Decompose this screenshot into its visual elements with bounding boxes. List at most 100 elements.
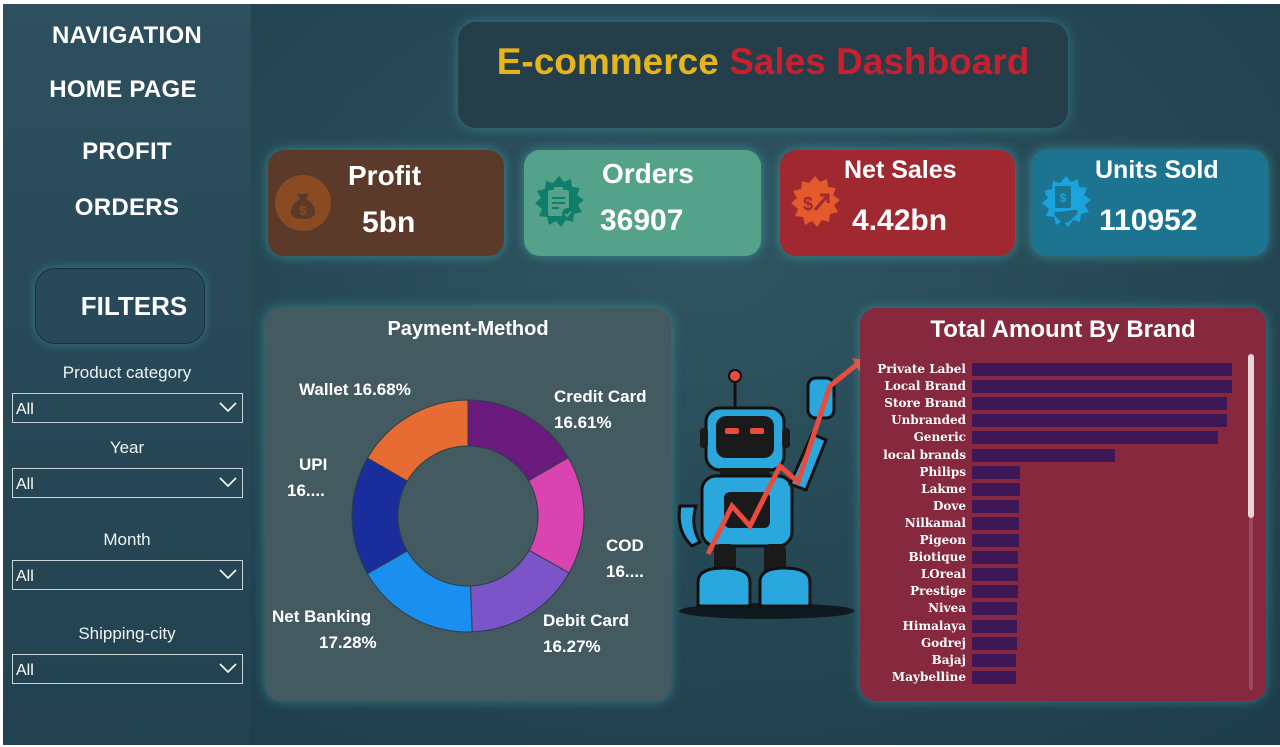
brand-label: Bajaj [931,652,966,667]
brand-bar[interactable] [972,465,1021,479]
brand-bar[interactable] [972,414,1228,428]
brand-label: Private Label [877,362,966,376]
brand-label: Prestige [910,584,966,599]
nav-heading: NAVIGATION [51,22,203,49]
kpi-card-units-sold: $ Units Sold 110952 [1031,150,1268,256]
sidebar: NAVIGATION HOME PAGE PROFIT ORDERS FILTE… [3,4,251,745]
window-frame-top [0,0,1280,4]
nav-orders-button[interactable]: ORDERS [3,194,251,222]
kpi-net-sales-label: Net Sales [844,156,957,184]
label-debit-card: Debit Card [543,611,629,630]
brand-bar[interactable] [972,551,1019,565]
kpi-net-sales-value: 4.42bn [852,204,948,237]
brand-bar[interactable] [972,602,1018,616]
filter-year-select[interactable]: All [12,468,243,498]
kpi-card-orders: Orders 36907 [524,150,761,256]
filter-value: All [16,401,34,418]
brand-label: Nivea [928,601,966,616]
kpi-orders-label: Orders [602,158,694,189]
filter-product-category-label: Product category [62,363,192,382]
brand-chart-title: Total Amount By Brand [930,316,1196,343]
filter-value: All [16,476,34,493]
nav-home-page-button[interactable]: HOME PAGE [0,76,247,104]
filter-month-select[interactable]: All [12,560,243,590]
brand-bar[interactable] [972,397,1228,411]
filter-year-label: Year [109,438,145,457]
label-credit-card-pct: 16.61% [554,413,612,432]
brand-label: Biotique [908,550,966,565]
kpi-profit-value: 5bn [362,206,416,239]
brand-label: Nilkamal [904,515,966,530]
label-cod: COD [606,536,644,555]
svg-text:$: $ [1060,191,1067,205]
brand-bar[interactable] [972,363,1232,376]
dollar-arrow-icon: $ [791,176,840,227]
filter-shipping-city-select[interactable]: All [12,654,243,684]
kpi-profit-label: Profit [348,160,422,191]
brand-label: Local Brand [884,379,966,394]
brand-bar[interactable] [972,568,1019,582]
label-net-banking: Net Banking [272,607,372,626]
label-cod-pct: 16.... [606,562,644,581]
chevron-down-icon [219,477,237,488]
filter-shipping-city-label: Shipping-city [78,624,176,643]
filters-button[interactable]: FILTERS [35,268,205,344]
brand-label: local brands [883,447,966,462]
robot-illustration [677,358,866,619]
chevron-down-icon [219,663,237,674]
nav-profit-button[interactable]: PROFIT [3,138,251,166]
money-bag-icon: $ [275,175,331,231]
kpi-card-net-sales: $ Net Sales 4.42bn [780,150,1015,256]
brand-label: Godrej [921,635,966,650]
label-upi: UPI [299,455,328,474]
filter-value: All [16,568,34,585]
brand-bar[interactable] [972,448,1115,462]
brand-label: Pigeon [919,533,966,547]
clipboard-check-icon [535,176,584,227]
chevron-down-icon [219,569,237,580]
brand-chart-scrollbar-thumb[interactable] [1248,354,1254,518]
title-part-ecommerce: E-commerce [496,41,719,82]
brand-bar[interactable] [972,431,1219,445]
brand-label: Store Brand [884,396,966,411]
svg-text:$: $ [803,194,813,214]
brand-label: Maybelline [891,669,966,684]
brand-label: Himalaya [902,618,966,633]
brand-label: Generic [913,430,966,445]
kpi-units-sold-value: 110952 [1099,204,1198,237]
brand-label: Unbranded [891,413,966,428]
brand-bar[interactable] [972,380,1232,394]
brand-bar[interactable] [972,653,1016,667]
kpi-card-profit: $ Profit 5bn [268,150,504,256]
brand-bar[interactable] [972,516,1020,530]
total-amount-by-brand-panel: Total Amount By Brand Private Label Local… [860,308,1266,701]
brand-bar[interactable] [972,619,1018,633]
brand-bar[interactable] [972,636,1018,650]
brand-bar[interactable] [972,534,1020,547]
brand-bar[interactable] [972,670,1016,684]
label-credit-card: Credit Card [554,387,647,406]
dashboard-title: E-commerce Sales Dashboard [458,22,1068,128]
payment-method-panel: Payment-Method Wallet 16.68% Credit Card… [265,308,671,701]
label-upi-pct: 16.... [287,481,325,500]
window-frame-left [0,0,3,747]
brand-bar[interactable] [972,499,1020,513]
brand-bar[interactable] [972,585,1019,599]
brand-label: Lakme [921,481,966,496]
label-debit-card-pct: 16.27% [543,637,601,656]
filter-product-category-select[interactable]: All [12,393,243,423]
brand-bar[interactable] [972,482,1021,496]
svg-text:$: $ [299,203,307,218]
kpi-units-sold-label: Units Sold [1095,156,1219,184]
label-net-banking-pct: 17.28% [319,633,377,652]
filter-value: All [16,662,34,679]
label-wallet: Wallet 16.68% [299,380,411,399]
brand-label: Philips [919,464,966,479]
filter-month-label: Month [103,530,151,549]
chevron-down-icon [219,402,237,413]
brand-label: LOreal [920,567,966,582]
brand-label: Dove [932,498,966,513]
title-part-sales-dashboard: Sales Dashboard [729,41,1030,82]
phone-receipt-icon: $ [1042,176,1091,227]
kpi-orders-value: 36907 [600,204,684,237]
